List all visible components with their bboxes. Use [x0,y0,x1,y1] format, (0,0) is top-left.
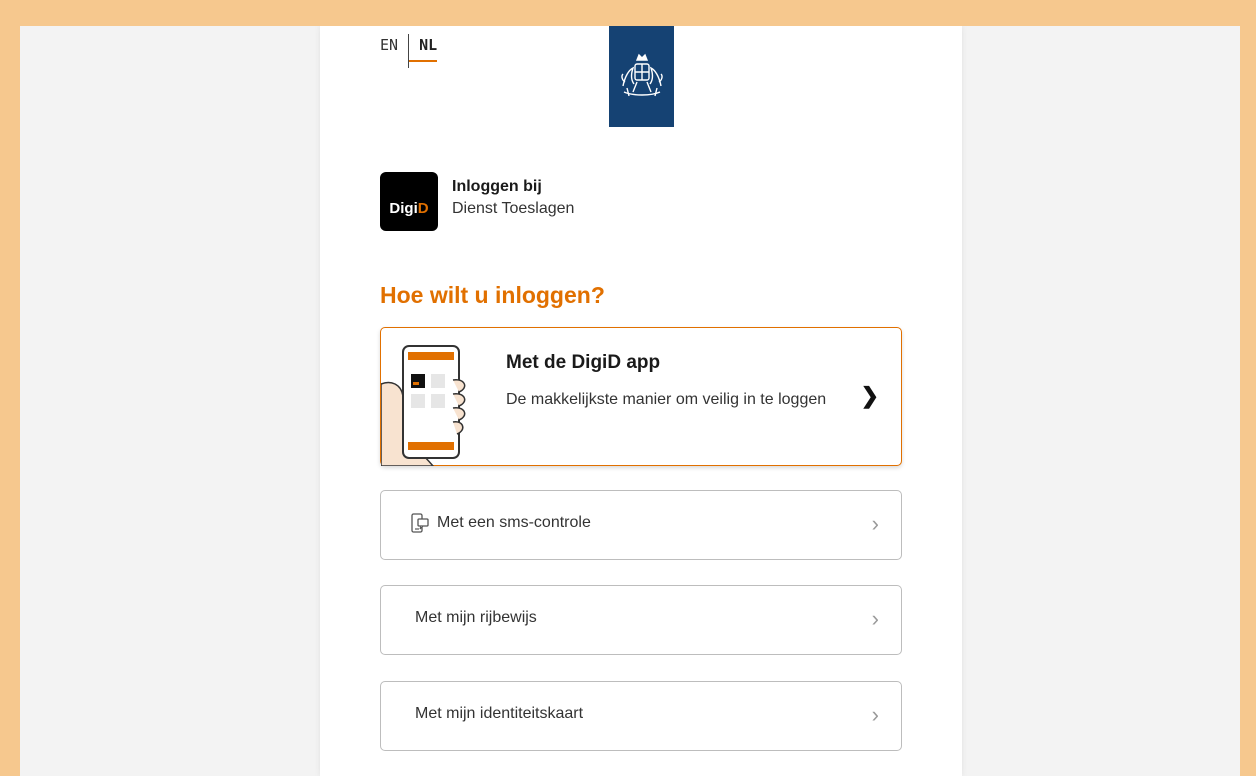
language-en-link[interactable]: EN [380,36,408,54]
language-nl-link[interactable]: NL [409,36,438,62]
service-name: Dienst Toeslagen [452,200,575,217]
login-at-label: Inloggen bij [452,178,542,195]
phone-sms-icon [411,513,429,533]
digid-app-option[interactable]: Met de DigiD app De makkelijkste manier … [380,327,902,466]
language-switcher: EN NL [380,34,438,68]
page-heading: Hoe wilt u inloggen? [380,282,605,308]
drivers-license-option-label: Met mijn rijbewijs [415,609,537,626]
chevron-right-icon: › [871,511,879,536]
chevron-right-icon: ❯ [860,383,879,408]
drivers-license-option[interactable]: Met mijn rijbewijs › [380,585,902,655]
login-panel: EN NL Digi D Inloggen bij Dienst Toeslag… [320,26,962,776]
app-option-description: De makkelijkste manier om veilig in te l… [506,391,827,408]
sms-option-label: Met een sms-controle [437,514,591,531]
digid-logo-text-1: Digi [389,200,418,217]
digid-header: Digi D Inloggen bij Dienst Toeslagen [380,172,574,231]
chevron-right-icon: › [871,702,879,727]
id-card-option[interactable]: Met mijn identiteitskaart › [380,681,902,751]
browser-viewport: EN NL Digi D Inloggen bij Dienst Toeslag… [20,26,1240,776]
digid-logo: Digi D [380,172,438,231]
service-info: Inloggen bij Dienst Toeslagen [452,172,574,220]
chevron-right-icon: › [871,606,879,631]
id-card-option-label: Met mijn identiteitskaart [415,705,584,722]
coat-of-arms-icon [620,53,663,96]
app-option-title: Met de DigiD app [506,352,661,373]
sms-option[interactable]: Met een sms-controle › [380,490,902,560]
phone-in-hand-illustration [381,345,466,466]
digid-logo-text-2: D [417,200,429,217]
rijksoverheid-logo [609,26,674,127]
